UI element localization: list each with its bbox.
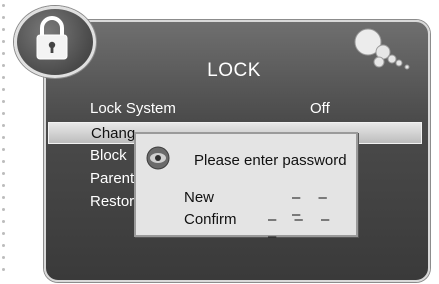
confirm-password-field[interactable]: – – – –: [268, 211, 356, 245]
menu-item-label: Lock System: [90, 100, 176, 117]
menu-item-lock-system[interactable]: Lock System Off: [48, 98, 422, 120]
eye-icon: [146, 146, 170, 170]
menu-item-label: Chang: [91, 125, 136, 142]
page-title: LOCK: [207, 60, 261, 81]
menu-item-value: Off: [310, 100, 330, 117]
menu-item-label: Parent: [90, 170, 135, 187]
dotted-border: [2, 2, 8, 282]
confirm-password-label: Confirm: [184, 211, 237, 228]
menu-item-label: Block: [90, 147, 127, 164]
menu-item-label: Restor: [90, 193, 135, 210]
dialog-prompt: Please enter password: [194, 152, 347, 169]
new-password-label: New: [184, 189, 215, 206]
password-dialog: Please enter password New – – – Confirm …: [134, 132, 358, 245]
